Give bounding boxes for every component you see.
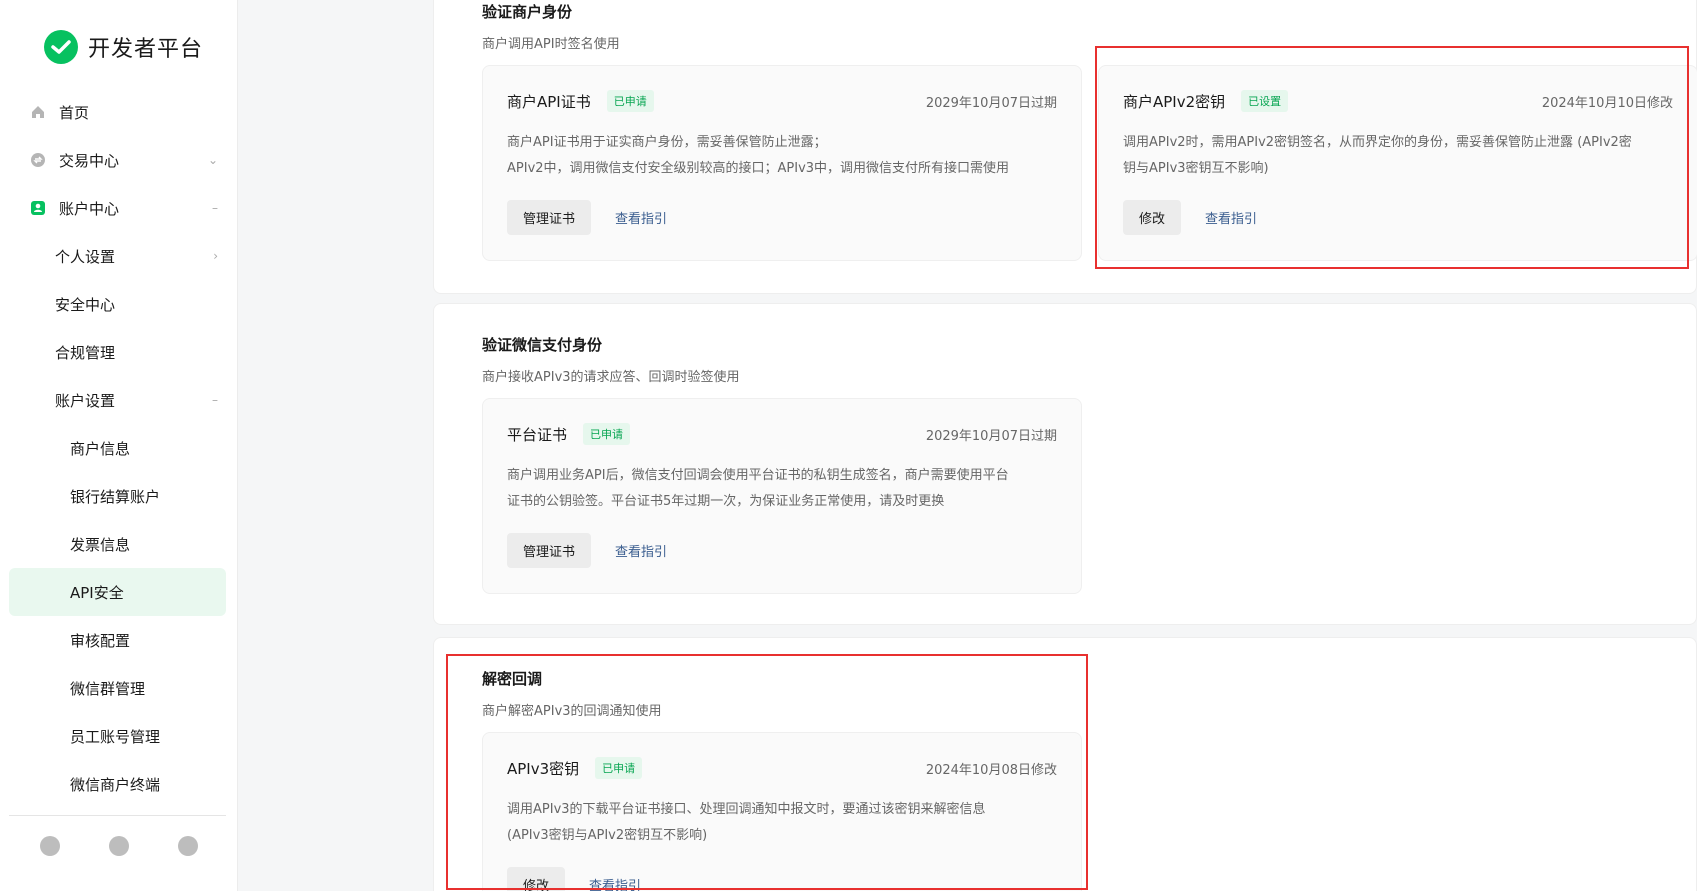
card-merchant-api-cert: 商户API证书 已申请 2029年10月07日过期 商户API证书用于证实商户身…: [482, 65, 1082, 261]
status-badge: 已申请: [606, 90, 654, 112]
collapse-icon: –: [212, 393, 218, 407]
account-icon: [29, 199, 47, 217]
sidebar-item-label: 微信商户终端: [70, 775, 161, 794]
view-guide-link[interactable]: 查看指引: [615, 541, 667, 560]
card-actions: 管理证书 查看指引: [507, 533, 667, 568]
card-desc: 商户调用业务API后，微信支付回调会使用平台证书的私钥生成签名，商户需要使用平台…: [507, 463, 1057, 515]
sidebar-item-bank-account[interactable]: 银行结算账户: [0, 472, 238, 520]
sidebar-item-account-settings[interactable]: 账户设置 –: [0, 376, 238, 424]
sidebar-item-label: 员工账号管理: [70, 727, 161, 746]
wechat-logo-icon: [44, 30, 78, 64]
card-date: 2029年10月07日过期: [925, 96, 1057, 111]
announcement-icon[interactable]: [40, 836, 61, 856]
section-title: 验证微信支付身份: [482, 336, 603, 354]
sidebar-item-review-config[interactable]: 审核配置: [0, 616, 238, 664]
logo[interactable]: 开发者平台: [44, 30, 203, 64]
card-title-text: 商户API证书: [507, 92, 591, 111]
sidebar-item-label: 审核配置: [70, 631, 131, 650]
exchange-icon: [29, 151, 47, 169]
sidebar-item-label: 安全中心: [55, 295, 116, 314]
sidebar-nav: 首页 交易中心 ⌄ 账户中心 – 个人设置 › 安全中心 合规管理 账户设置 –…: [0, 88, 238, 808]
sidebar-item-wechat-group[interactable]: 微信群管理: [0, 664, 238, 712]
content-gutter: [238, 0, 398, 891]
sidebar-item-account-center[interactable]: 账户中心 –: [0, 184, 238, 232]
chevron-right-icon: ›: [213, 249, 218, 263]
card-platform-cert: 平台证书 已申请 2029年10月07日过期 商户调用业务API后，微信支付回调…: [482, 398, 1082, 594]
sidebar-item-label: 账户设置: [55, 391, 116, 410]
sidebar-item-label: 交易中心: [59, 151, 120, 170]
sidebar-footer: [0, 836, 238, 856]
sidebar-item-label: 个人设置: [55, 247, 116, 266]
sidebar-item-merchant-terminal[interactable]: 微信商户终端: [0, 760, 238, 808]
card-desc-line: APIv2中，调用微信支付安全级别较高的接口；APIv3中，调用微信支付所有接口…: [507, 161, 1010, 176]
sidebar-item-label: 合规管理: [55, 343, 116, 362]
sidebar-divider: [9, 815, 226, 816]
sidebar-item-api-security[interactable]: API安全: [9, 568, 226, 616]
card-title-text: 平台证书: [507, 425, 568, 444]
sidebar-item-invoice[interactable]: 发票信息: [0, 520, 238, 568]
view-guide-link[interactable]: 查看指引: [615, 208, 667, 227]
sidebar-item-security-center[interactable]: 安全中心: [0, 280, 238, 328]
card-actions: 管理证书 查看指引: [507, 200, 667, 235]
notification-bell-icon[interactable]: [108, 836, 129, 856]
sidebar-item-label: 商户信息: [70, 439, 131, 458]
sidebar-item-merchant-info[interactable]: 商户信息: [0, 424, 238, 472]
sidebar-item-personal-settings[interactable]: 个人设置 ›: [0, 232, 238, 280]
card-desc-line: 证书的公钥验签。平台证书5年过期一次，为保证业务正常使用，请及时更换: [507, 494, 945, 509]
status-badge: 已申请: [583, 423, 631, 445]
sidebar: 开发者平台 首页 交易中心 ⌄ 账户中心 – 个人设置 › 安全中心 合规管理 …: [0, 0, 238, 891]
card-desc-line: 商户调用业务API后，微信支付回调会使用平台证书的私钥生成签名，商户需要使用平台: [507, 468, 1009, 483]
sidebar-item-compliance[interactable]: 合规管理: [0, 328, 238, 376]
sidebar-item-label: 银行结算账户: [70, 487, 161, 506]
section-wechatpay-identity: 验证微信支付身份 商户接收APIv3的请求应答、回调时验签使用 平台证书 已申请…: [433, 303, 1697, 625]
section-desc: 商户接收APIv3的请求应答、回调时验签使用: [482, 370, 740, 385]
highlight-box-decrypt: [446, 654, 1088, 890]
chevron-down-icon: ⌄: [207, 153, 218, 167]
card-desc-line: 商户API证书用于证实商户身份，需妥善保管防止泄露；: [507, 135, 827, 150]
manage-cert-button[interactable]: 管理证书: [507, 533, 592, 568]
sidebar-item-label: 账户中心: [59, 199, 120, 218]
section-desc: 商户调用API时签名使用: [482, 37, 620, 52]
highlight-box-apiv2: [1095, 46, 1689, 269]
card-title: 商户API证书 已申请: [507, 90, 654, 112]
app-title: 开发者平台: [88, 37, 204, 62]
section-title: 验证商户身份: [482, 3, 573, 21]
collapse-icon: –: [212, 201, 218, 215]
home-icon: [29, 103, 47, 121]
sidebar-item-label: API安全: [70, 583, 124, 602]
sidebar-item-transactions[interactable]: 交易中心 ⌄: [0, 136, 238, 184]
card-date: 2029年10月07日过期: [925, 429, 1057, 444]
sidebar-item-staff-accounts[interactable]: 员工账号管理: [0, 712, 238, 760]
sidebar-item-label: 发票信息: [70, 535, 131, 554]
card-title: 平台证书 已申请: [507, 423, 631, 445]
card-desc: 商户API证书用于证实商户身份，需妥善保管防止泄露； APIv2中，调用微信支付…: [507, 130, 1057, 182]
sidebar-item-label: 微信群管理: [70, 679, 146, 698]
sidebar-item-label: 首页: [59, 103, 90, 122]
sidebar-item-home[interactable]: 首页: [0, 88, 238, 136]
user-avatar-icon[interactable]: [177, 836, 198, 856]
manage-cert-button[interactable]: 管理证书: [507, 200, 592, 235]
